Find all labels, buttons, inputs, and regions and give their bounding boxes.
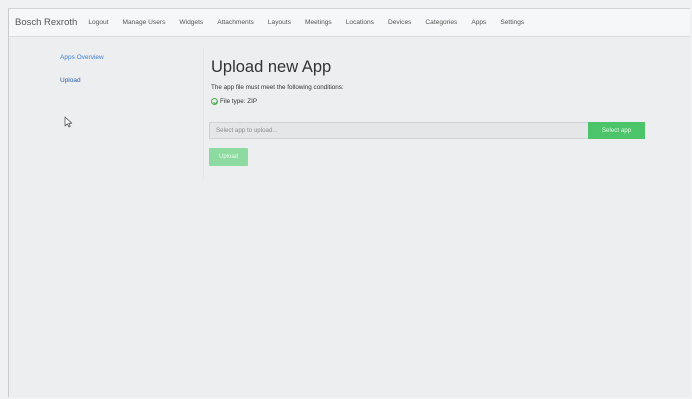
nav-meetings[interactable]: Meetings — [305, 19, 332, 26]
content-divider — [203, 49, 204, 179]
sidebar: Apps Overview Upload — [60, 54, 104, 84]
top-navbar: Bosch Rexroth Logout Manage Users Widget… — [9, 9, 690, 37]
nav-layouts[interactable]: Layouts — [268, 19, 291, 26]
nav-settings[interactable]: Settings — [500, 19, 524, 26]
upload-button[interactable]: Upload — [209, 148, 248, 166]
nav-apps[interactable]: Apps — [471, 19, 486, 26]
nav-devices[interactable]: Devices — [388, 19, 411, 26]
sidebar-item-apps-overview[interactable]: Apps Overview — [60, 54, 104, 61]
conditions-text: The app file must meet the following con… — [211, 84, 344, 91]
mouse-cursor-icon — [64, 116, 73, 128]
file-type-condition: File type: ZIP — [211, 98, 257, 105]
select-app-button[interactable]: Select app — [588, 122, 645, 139]
brand-link[interactable]: Bosch Rexroth — [15, 17, 77, 28]
main-content: Upload new App The app file must meet th… — [211, 57, 344, 105]
file-type-label: File type: ZIP — [220, 98, 258, 105]
nav-widgets[interactable]: Widgets — [179, 19, 203, 26]
upload-row: Select app — [209, 122, 645, 139]
app-window: Bosch Rexroth Logout Manage Users Widget… — [8, 8, 690, 397]
nav-logout[interactable]: Logout — [88, 19, 108, 26]
nav-locations[interactable]: Locations — [346, 19, 374, 26]
file-path-input[interactable] — [209, 122, 588, 139]
sidebar-item-upload[interactable]: Upload — [60, 77, 104, 84]
nav-categories[interactable]: Categories — [425, 19, 457, 26]
nav-attachments[interactable]: Attachments — [217, 19, 254, 26]
check-circle-icon — [211, 98, 218, 105]
page-title: Upload new App — [211, 58, 332, 76]
nav-manage-users[interactable]: Manage Users — [122, 19, 165, 26]
